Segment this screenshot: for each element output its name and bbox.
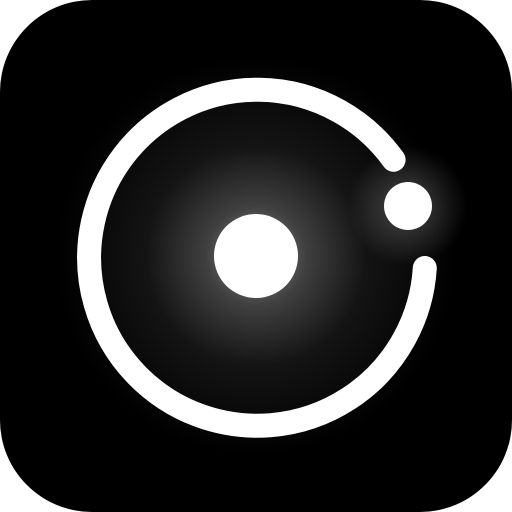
icon-canvas <box>0 0 512 512</box>
center-dot <box>214 214 298 298</box>
satellite-dot <box>384 182 432 230</box>
orbit-app-icon <box>0 0 512 512</box>
orbit-icon <box>56 56 468 456</box>
